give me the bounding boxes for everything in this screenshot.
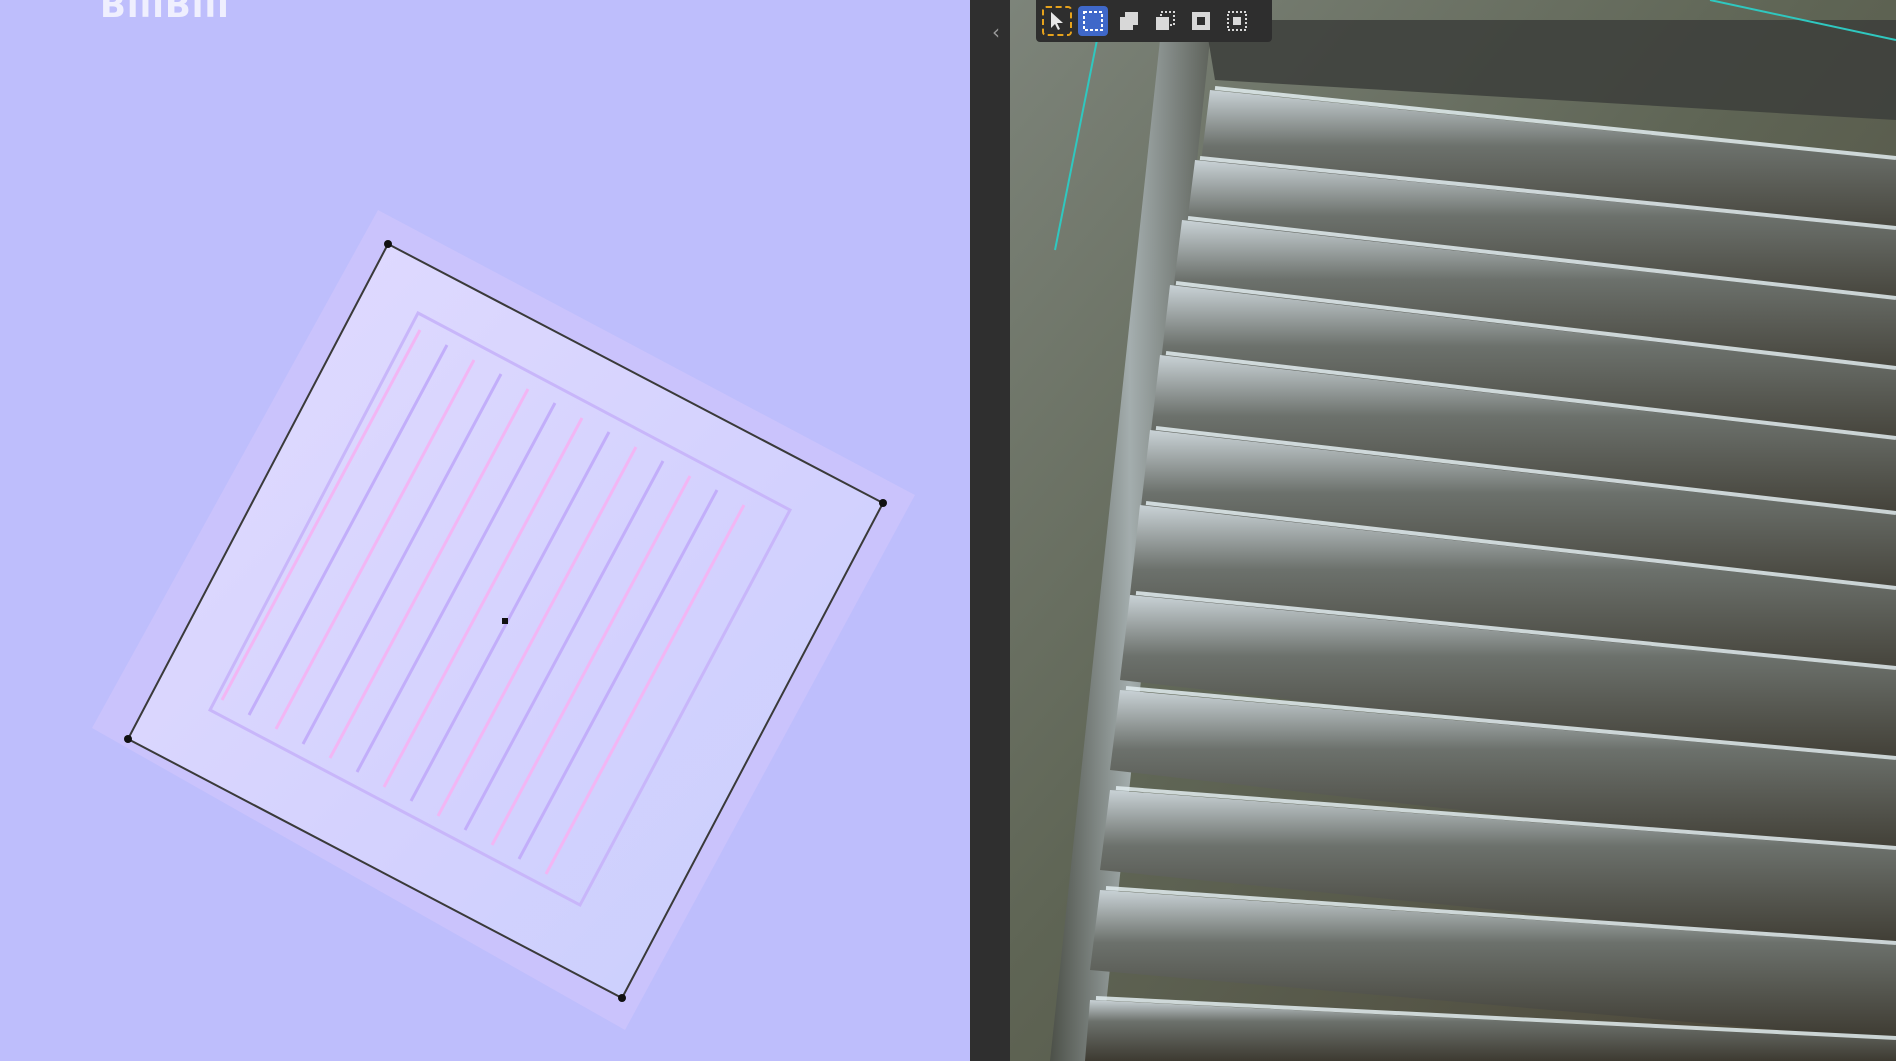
viewport-render [1010,0,1896,1061]
chevron-left-icon[interactable]: ‹ [989,20,1003,44]
cursor-icon [1051,12,1063,30]
select-subtract-button[interactable] [1150,6,1180,36]
uv-vertex[interactable] [879,499,887,507]
select-mode-toolbar [1036,0,1272,42]
select-intersect-button[interactable] [1222,6,1252,36]
select-cursor-button[interactable] [1042,6,1072,36]
select-invert-icon [1192,12,1210,30]
3d-viewport[interactable] [1010,0,1896,1061]
select-extend-button[interactable] [1114,6,1144,36]
editor-divider[interactable] [970,0,1010,1061]
select-box-icon [1083,11,1103,31]
select-subtract-icon [1156,11,1175,30]
select-extend-icon [1120,12,1138,30]
uv-canvas[interactable] [0,0,970,1061]
uv-vertex[interactable] [618,994,626,1002]
uv-editor-panel[interactable]: BiliBili [0,0,970,1061]
select-invert-button[interactable] [1186,6,1216,36]
uv-vertex[interactable] [384,240,392,248]
select-intersect-icon [1227,11,1247,31]
uv-face-center-dot[interactable] [502,618,508,624]
select-box-button[interactable] [1078,6,1108,36]
uv-vertex[interactable] [124,735,132,743]
